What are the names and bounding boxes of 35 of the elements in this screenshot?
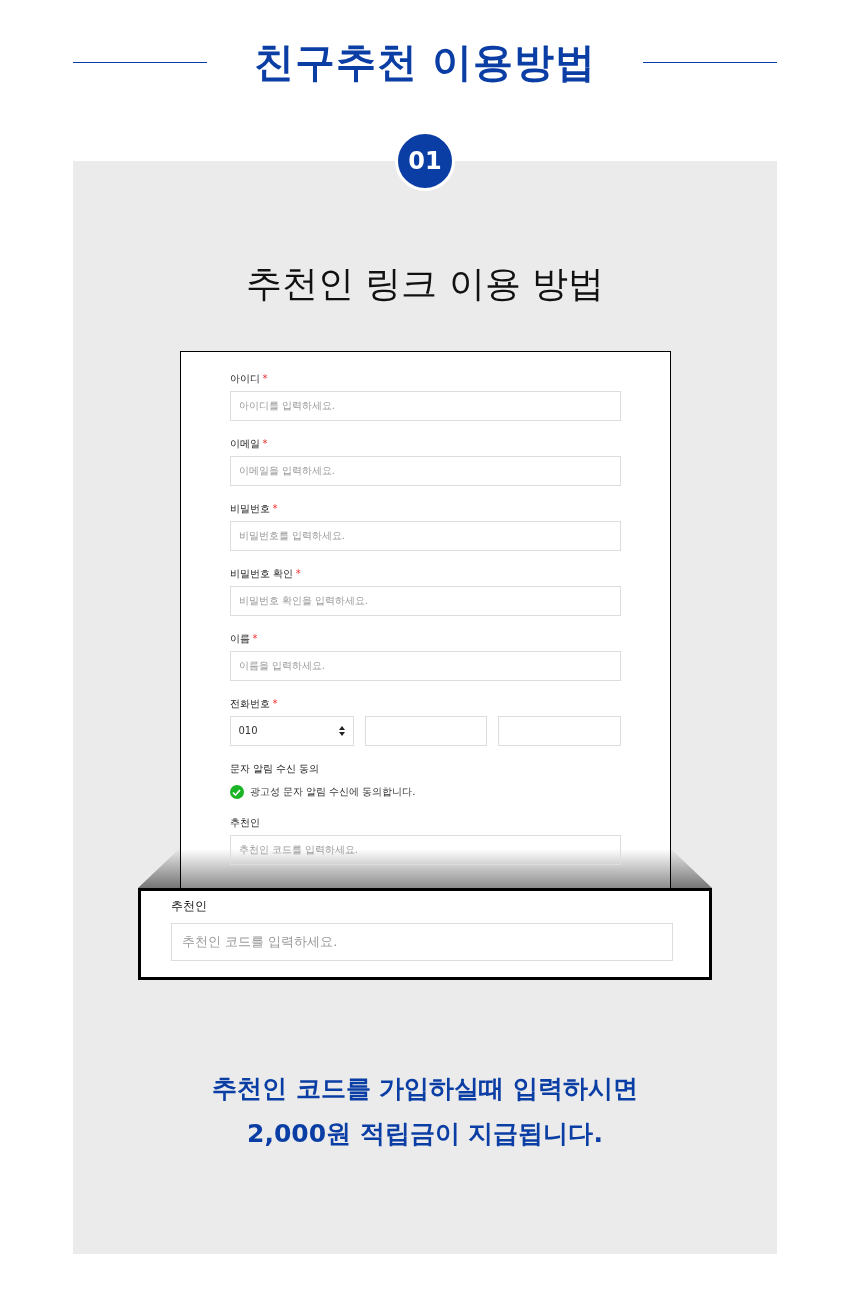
input-field[interactable]	[364, 716, 487, 746]
field-label: 추천인	[229, 816, 260, 830]
required-mark: *	[272, 697, 278, 711]
field-label: 추천인	[171, 898, 208, 915]
checkbox[interactable]	[229, 785, 244, 799]
description-line: 추천인 코드를 가입하실때 입력하시면	[211, 1073, 639, 1105]
input-field[interactable]: 비밀번호를 입력하세요.	[229, 521, 621, 551]
input-field[interactable]: 추천인 코드를 입력하세요.	[229, 835, 621, 865]
input-field[interactable]	[498, 716, 621, 746]
option-label: 광고성 문자 알림 수신에 동의합니다.	[249, 785, 416, 799]
required-mark: *	[262, 372, 268, 386]
required-mark: *	[252, 632, 258, 646]
field-label: 전화번호	[229, 697, 270, 711]
required-mark: *	[272, 502, 278, 516]
page-title: 친구추천 이용방법	[252, 38, 598, 87]
input-field[interactable]: 이메일을 입력하세요.	[229, 456, 621, 486]
shadow-drawing	[670, 848, 712, 888]
required-mark: *	[262, 437, 268, 451]
input-field[interactable]: 추천인 코드를 입력하세요.	[171, 923, 673, 961]
stepper-icon	[338, 726, 345, 736]
field-label: 비밀번호 확인	[229, 567, 293, 581]
field-label: 아이디	[229, 372, 260, 386]
field-label: 문자 알림 수신 동의	[229, 762, 320, 776]
input-field[interactable]: 이름을 입력하세요.	[229, 651, 621, 681]
field-label: 이메일	[229, 437, 260, 451]
shadow-drawing	[138, 848, 180, 888]
input-field[interactable]: 아이디를 입력하세요.	[229, 391, 621, 421]
input-field[interactable]: 비밀번호 확인을 입력하세요.	[229, 586, 621, 616]
prefix-select[interactable]: 010	[229, 716, 354, 746]
required-mark: *	[295, 567, 301, 581]
step-badge: 01	[395, 131, 455, 191]
description-line: 2,000원 적립금이 지급됩니다.	[247, 1118, 603, 1150]
field-label: 이름	[229, 632, 250, 646]
field-label: 비밀번호	[229, 502, 270, 516]
step-title: 추천인 링크 이용 방법	[245, 262, 605, 306]
